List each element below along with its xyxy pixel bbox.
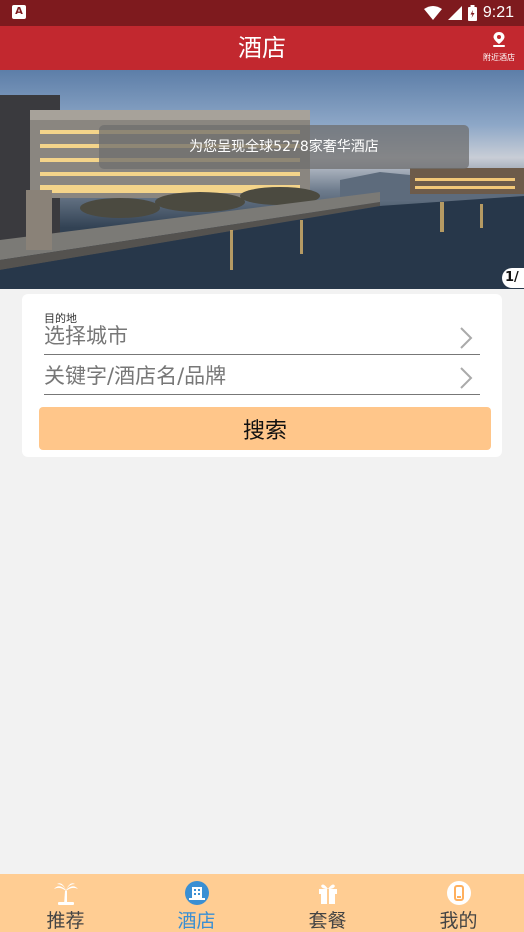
nearby-hotels-label: 附近酒店: [483, 53, 515, 62]
tab-hotel[interactable]: 酒店: [131, 874, 262, 932]
tab-hotel-label: 酒店: [177, 910, 216, 932]
banner-photo: [0, 95, 524, 289]
location-pin-icon: [493, 32, 505, 47]
notification-badge-icon: A: [12, 5, 26, 19]
tab-recommend[interactable]: 推荐: [0, 874, 131, 932]
status-bar: A 9:21: [0, 0, 524, 26]
tab-package-label: 套餐: [308, 910, 347, 932]
search-card: 目的地 选择城市 关键字/酒店名/品牌 搜索: [22, 294, 502, 457]
chevron-right-icon: [460, 367, 473, 389]
tab-recommend-label: 推荐: [46, 910, 85, 932]
chevron-right-icon: [460, 327, 473, 349]
city-selector[interactable]: 选择城市: [44, 321, 480, 355]
app-header: 酒店 附近酒店: [0, 26, 524, 70]
banner-pager: 1/: [502, 268, 524, 288]
gift-icon: [318, 884, 337, 904]
tab-package[interactable]: 套餐: [262, 874, 393, 932]
nearby-hotels-button[interactable]: 附近酒店: [482, 32, 516, 66]
clock: 9:21: [482, 4, 514, 21]
search-button[interactable]: 搜索: [39, 407, 491, 450]
wifi-icon: [423, 6, 442, 20]
keyword-field[interactable]: 关键字/酒店名/品牌: [44, 361, 480, 395]
profile-icon: [446, 881, 471, 905]
palm-tree-icon: [53, 883, 78, 905]
bottom-navigation: 推荐 酒店 套餐 我的: [0, 874, 524, 932]
banner-caption: 为您呈现全球5278家奢华酒店: [99, 125, 469, 169]
city-placeholder: 选择城市: [44, 324, 128, 348]
tab-mine[interactable]: 我的: [393, 874, 524, 932]
battery-icon: [467, 5, 477, 21]
hotel-icon: [184, 881, 209, 905]
tab-mine-label: 我的: [439, 910, 478, 932]
cell-signal-icon: [447, 6, 462, 20]
keyword-placeholder: 关键字/酒店名/品牌: [44, 364, 227, 388]
hero-banner[interactable]: 为您呈现全球5278家奢华酒店 1/: [0, 70, 524, 289]
page-title: 酒店: [238, 34, 286, 62]
